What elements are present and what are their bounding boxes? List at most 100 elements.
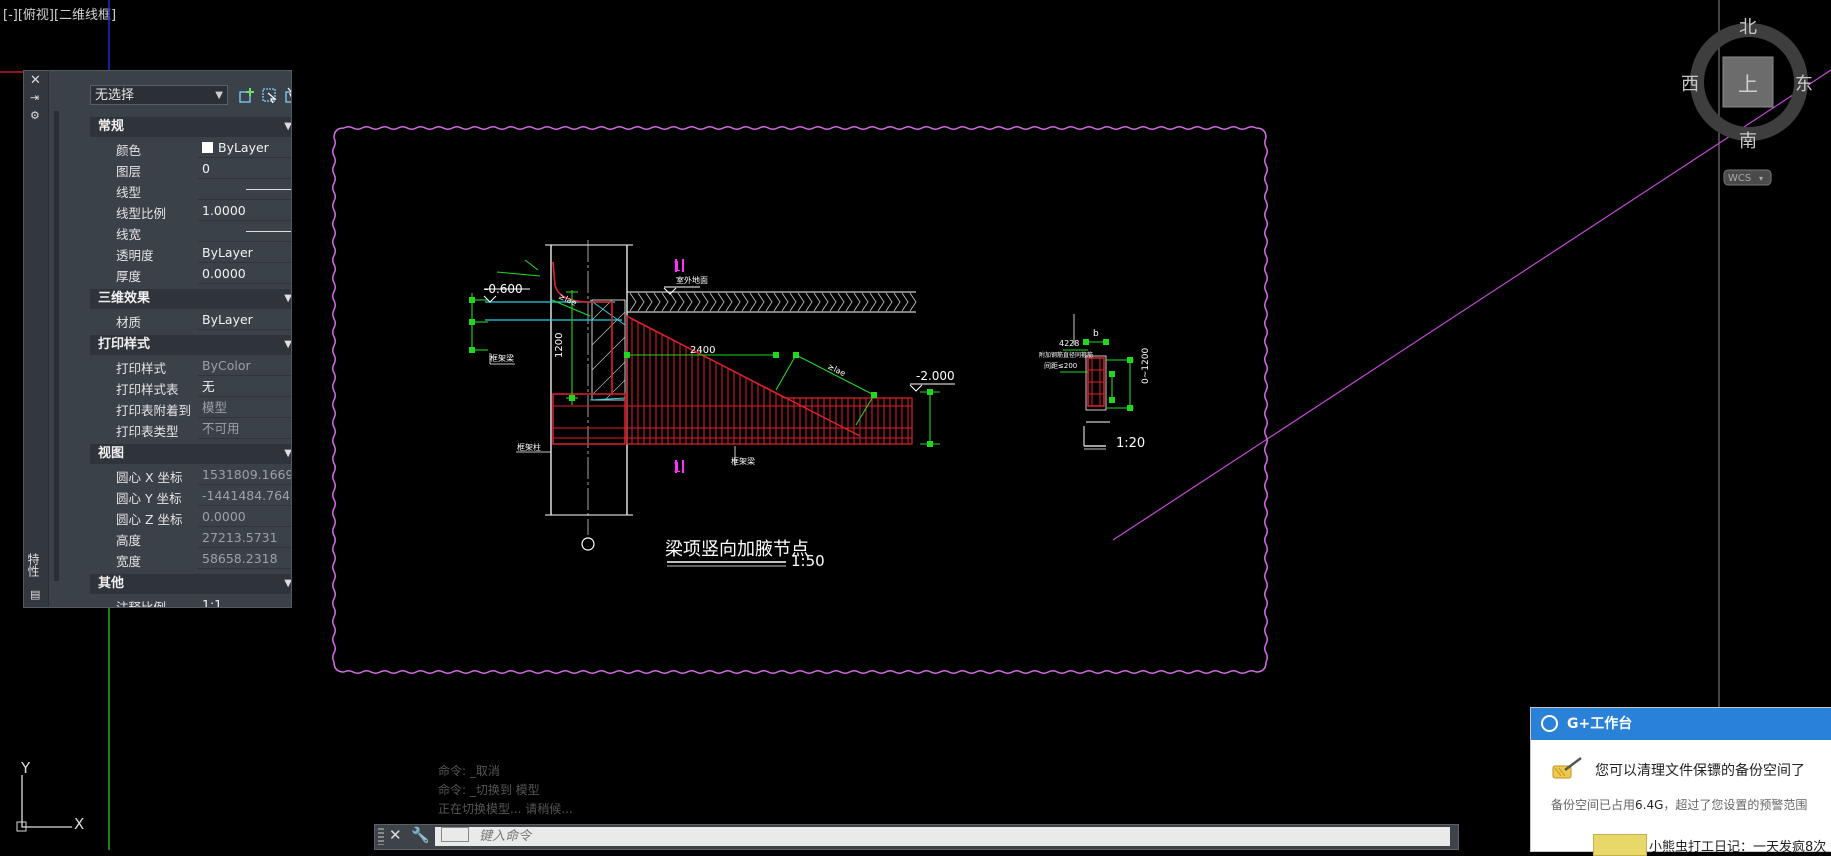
property-row[interactable]: 注释比例 1:1 [90,595,291,607]
section-header-threed[interactable]: 三维效果 ▼ [90,289,291,309]
notification-app-name: G+工作台 [1567,716,1633,732]
property-value-text: 1:1 [202,597,223,607]
property-name: 圆心 Y 坐标 [116,491,182,506]
compass-west[interactable]: 西 [1681,74,1699,95]
property-row[interactable]: 图层 0 [90,159,291,180]
property-value[interactable]: 27213.5731 [198,528,291,548]
property-row[interactable]: 打印表类型 不可用 [90,419,291,440]
drag-handle[interactable] [378,828,384,845]
property-value[interactable]: ByLayer [198,243,291,263]
history-line: 命令: _切换到 模型 [438,783,540,797]
property-name: 线型比例 [116,206,167,221]
command-history: 命令: _取消 命令: _切换到 模型 正在切换模型... 请稍候... [438,762,573,819]
property-row[interactable]: 颜色 ByLayer [90,138,291,159]
property-row[interactable]: 线型比例 1.0000 [90,201,291,222]
property-row[interactable]: 打印样式表 无 [90,377,291,398]
section-header-general[interactable]: 常规 ▼ [90,117,291,137]
property-value-text: 0 [202,161,210,176]
notification-popup[interactable]: G+工作台 您可以清理文件保镖的备份空间了 备份空间已占用6.4G，超过了您设置… [1530,707,1831,856]
property-value[interactable]: 1:1 [198,595,291,607]
property-value[interactable]: ByLayer [198,180,291,217]
property-name: 圆心 X 坐标 [116,470,183,485]
command-input[interactable]: 键入命令 [435,827,1450,846]
palette-titlebar[interactable]: ✕ ⇥ ⚙ 特性 ▤ [24,71,49,607]
close-icon[interactable]: ✕ [30,73,41,88]
property-row[interactable]: 透明度 ByLayer [90,243,291,264]
selection-dropdown[interactable]: 无选择 ▼ [90,85,228,105]
select-objects-icon[interactable] [261,87,278,104]
collapse-icon: ▼ [284,121,291,132]
property-row[interactable]: 线型 ByLayer [90,180,291,217]
section-header-view[interactable]: 视图 ▼ [90,444,291,464]
ucs-x-label: X [74,815,84,833]
section-header-misc[interactable]: 其他 ▼ [90,574,291,594]
property-row[interactable]: 材质 ByLayer [90,310,291,331]
property-row[interactable]: 宽度 58658.2318 [90,549,291,570]
property-row[interactable]: 线宽 ByLayer [90,222,291,259]
property-row[interactable]: 厚度 0.0000 [90,264,291,285]
property-row[interactable]: 打印样式 ByColor [90,356,291,377]
elevation-right-text: -2.000 [916,369,955,383]
property-row[interactable]: 高度 27213.5731 [90,528,291,549]
property-value[interactable]: 1531809.1669 [198,465,291,485]
ucs-icon [16,775,72,832]
property-name: 透明度 [116,248,154,263]
compass-north[interactable]: 北 [1739,17,1757,38]
history-line: 命令: _取消 [438,764,500,778]
property-value[interactable]: 模型 [198,398,291,418]
wrench-icon[interactable]: 🔧 [411,826,430,844]
section-title: 常规 [98,119,125,134]
property-name: 颜色 [116,143,142,158]
property-value-text: 1531809.1669 [202,467,291,482]
property-value[interactable]: 58658.2318 [198,549,291,569]
property-value[interactable]: ByLayer [198,310,291,330]
viewcube-face-top[interactable]: 上 [1738,72,1758,96]
news-thumbnail[interactable] [1593,834,1647,856]
settings-icon[interactable]: ⚙ [30,109,40,122]
toggle-pickadd-icon[interactable] [238,87,255,104]
ucs-y-label: Y [20,759,31,777]
property-row[interactable]: 圆心 Z 坐标 0.0000 [90,507,291,528]
section-header-plot[interactable]: 打印样式 ▼ [90,335,291,355]
gplus-logo-icon [1541,715,1558,732]
label-tag-7: 附加钢筋直径同箍筋 [1039,351,1093,359]
property-value[interactable]: -1441484.7642 [198,486,291,506]
property-value[interactable]: 不可用 [198,419,291,439]
property-value-text: 1.0000 [202,203,246,218]
property-value-text: 0.0000 [202,266,246,281]
command-prompt-icon[interactable] [441,827,469,842]
property-value[interactable]: ByColor [198,356,291,376]
section-title: 视图 [98,446,125,461]
dim-2400-text: 2400 [690,345,715,356]
property-row[interactable]: 圆心 X 坐标 1531809.1669 [90,465,291,486]
property-value-text: ByLayer [202,312,253,327]
property-value[interactable]: 0.0000 [198,507,291,527]
property-name: 圆心 Z 坐标 [116,512,183,527]
news-link[interactable]: 小熊虫打工日记：一天发疯8次 [1649,836,1826,855]
property-value[interactable]: 无 [198,377,291,397]
close-icon[interactable]: ✕ [389,826,402,844]
property-value[interactable]: 0 [198,159,291,179]
beam-haunch-detail [469,240,955,567]
property-value-text: 27213.5731 [202,530,278,545]
label-tag-2: 框架梁 [490,353,514,363]
property-value[interactable]: ByLayer [198,138,291,158]
quick-select-icon[interactable] [284,87,291,104]
property-name: 打印表附着到 [116,403,192,418]
compass-south[interactable]: 南 [1739,131,1757,152]
property-row[interactable]: 打印表附着到 模型 [90,398,291,419]
compass-east[interactable]: 东 [1795,74,1813,95]
property-value[interactable]: 0.0000 [198,264,291,284]
detail-value: 6.4G [1635,798,1664,812]
property-value-text: 不可用 [202,421,240,436]
property-row[interactable]: 圆心 Y 坐标 -1441484.7642 [90,486,291,507]
property-value[interactable]: ByLayer [198,222,291,259]
palette-icon[interactable]: ▤ [30,588,40,601]
line-preview [246,231,291,232]
dim-0-1200-text: 0~1200 [1141,348,1151,384]
property-value[interactable]: 1.0000 [198,201,291,221]
properties-palette[interactable]: ✕ ⇥ ⚙ 特性 ▤ 无选择 ▼ 常规 ▼ 颜色 ByLayer 图层 0 线型 [23,70,292,608]
property-value-text: ByColor [202,358,251,373]
autohide-icon[interactable]: ⇥ [30,91,39,104]
palette-scrollbar[interactable] [54,111,59,581]
